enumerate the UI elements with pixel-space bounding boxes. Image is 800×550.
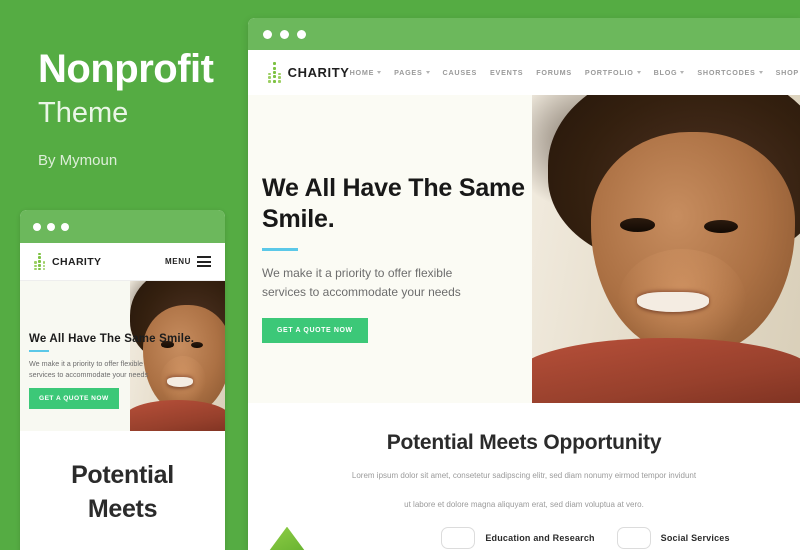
desktop-hero-heading: We All Have The Same Smile. — [262, 174, 525, 233]
nav-item-blog[interactable]: BLOG — [654, 68, 685, 77]
window-dot-minimize-icon[interactable] — [280, 29, 289, 39]
nav-item-forums[interactable]: FORUMS — [536, 68, 572, 77]
mobile-hero-subtext-line2: services to accommodate your needs — [29, 370, 149, 380]
nav-label: SHOP — [775, 68, 799, 77]
mobile-hero-divider — [29, 350, 49, 352]
desktop-hero-divider — [262, 248, 298, 251]
desktop-hero-subtext-line1: We make it a priority to offer flexible — [262, 266, 453, 280]
mobile-section: Potential Meets — [20, 431, 225, 527]
nav-label: PAGES — [394, 68, 423, 77]
window-dot-minimize-icon[interactable] — [47, 222, 55, 231]
chevron-down-icon — [636, 71, 641, 74]
window-dot-close-icon[interactable] — [33, 222, 41, 231]
nav-label: PORTFOLIO — [584, 68, 634, 77]
rounded-box-icon — [616, 526, 651, 549]
desktop-site-navbar: CHARITY HOME PAGES CAUSES EVENTS FORUMS … — [248, 50, 800, 95]
plant-icon — [268, 62, 281, 83]
nav-item-portfolio[interactable]: PORTFOLIO — [585, 68, 641, 77]
feature-list: Education and Research Social Services — [248, 526, 800, 550]
nav-item-shop[interactable]: SHOP — [776, 68, 799, 77]
mobile-brand-label: CHARITY — [52, 255, 102, 268]
mobile-site-logo[interactable]: CHARITY — [34, 252, 102, 271]
window-dot-maximize-icon[interactable] — [61, 222, 69, 231]
nav-item-events[interactable]: EVENTS — [490, 68, 523, 77]
desktop-section: Potential Meets Opportunity Lorem ipsum … — [248, 403, 800, 550]
chevron-down-icon — [377, 71, 382, 74]
promo-subtitle: Theme — [38, 97, 129, 129]
feature-label: Social Services — [660, 532, 730, 543]
mobile-menu-label: MENU — [165, 257, 191, 266]
plant-icon — [34, 252, 45, 271]
nav-item-shortcodes[interactable]: SHORTCODES — [697, 68, 763, 77]
chevron-down-icon — [758, 71, 763, 74]
nav-label: SHORTCODES — [697, 68, 756, 77]
hamburger-icon[interactable] — [197, 256, 211, 267]
feature-item-leaf[interactable] — [266, 526, 431, 550]
desktop-hero-subtext-line2: services to accommodate your needs — [262, 285, 461, 300]
promo-byline: By Mymoun — [38, 151, 118, 169]
mobile-hero-cta-button[interactable]: GET A QUOTE NOW — [29, 388, 119, 410]
mobile-hero-copy: We All Have The Same Smile. We make it a… — [29, 333, 195, 410]
nav-label: FORUMS — [536, 68, 572, 77]
mobile-section-heading-line1: Potential — [71, 461, 174, 489]
chevron-down-icon — [425, 71, 430, 74]
desktop-mockup-window: CHARITY HOME PAGES CAUSES EVENTS FORUMS … — [248, 18, 800, 550]
nav-item-home[interactable]: HOME — [350, 68, 382, 77]
mobile-site-navbar: CHARITY MENU — [20, 243, 225, 281]
desktop-site-logo[interactable]: CHARITY — [268, 62, 350, 83]
mobile-section-heading-line2: Meets — [87, 494, 158, 523]
desktop-hero-copy: We All Have The Same Smile. We make it a… — [262, 173, 562, 344]
section-lead-line2: ut labore et dolore magna aliquyam erat,… — [404, 499, 644, 509]
desktop-brand-label: CHARITY — [287, 65, 350, 80]
nav-label: EVENTS — [490, 68, 524, 77]
mobile-hero-subtext-line1: We make it a priority to offer flexible — [29, 359, 143, 368]
feature-item-education[interactable]: Education and Research — [441, 526, 606, 549]
main-navigation: HOME PAGES CAUSES EVENTS FORUMS PORTFOLI… — [350, 68, 799, 77]
feature-item-social[interactable]: Social Services — [616, 526, 782, 549]
mobile-hero-heading: We All Have The Same Smile. — [29, 333, 195, 345]
nav-item-causes[interactable]: CAUSES — [443, 68, 477, 77]
section-heading: Potential Meets Opportunity — [386, 431, 662, 454]
promo-title: Nonprofit — [38, 47, 214, 91]
nav-item-pages[interactable]: PAGES — [394, 68, 430, 77]
nav-label: CAUSES — [442, 68, 477, 77]
rounded-box-icon — [441, 526, 476, 549]
mobile-menu-button[interactable]: MENU — [165, 256, 211, 267]
leaf-icon — [266, 526, 308, 550]
feature-label: Education and Research — [485, 532, 595, 543]
mobile-window-titlebar — [20, 210, 225, 243]
nav-label: HOME — [349, 68, 375, 77]
section-lead-line1: Lorem ipsum dolor sit amet, consetetur s… — [351, 471, 697, 480]
window-dot-maximize-icon[interactable] — [297, 29, 306, 39]
desktop-hero-section: We All Have The Same Smile. We make it a… — [248, 95, 800, 403]
desktop-window-titlebar — [248, 18, 800, 50]
nav-label: BLOG — [653, 68, 678, 77]
desktop-hero-photo — [532, 95, 800, 403]
mobile-hero-section: We All Have The Same Smile. We make it a… — [20, 281, 225, 431]
mobile-mockup-window: CHARITY MENU We All Have The Same Smile.… — [20, 210, 225, 550]
chevron-down-icon — [680, 71, 685, 74]
desktop-hero-cta-button[interactable]: GET A QUOTE NOW — [262, 318, 368, 344]
window-dot-close-icon[interactable] — [263, 29, 272, 39]
